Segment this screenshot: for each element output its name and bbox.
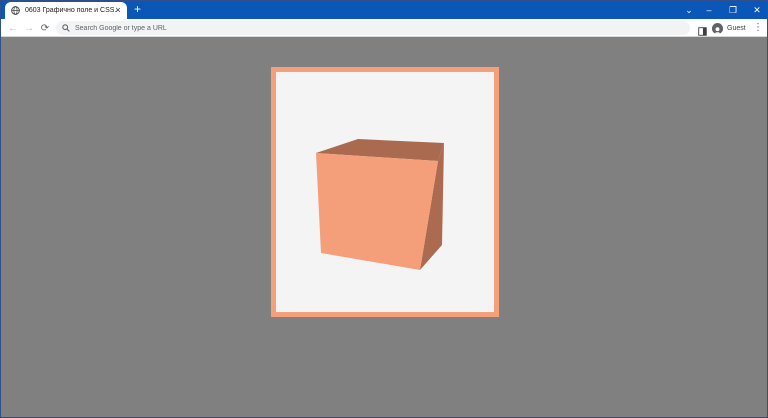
- close-window-button[interactable]: ✕: [745, 1, 767, 19]
- tab-title: 0603 Графично поле и CSS.html: [25, 7, 117, 14]
- new-tab-button[interactable]: +: [131, 3, 144, 16]
- browser-window: 0603 Графично поле и CSS.html × + ⌄ – ❐ …: [0, 0, 768, 418]
- canvas-frame: [271, 67, 499, 317]
- back-button[interactable]: ←: [7, 22, 19, 34]
- tab-close-icon[interactable]: ×: [113, 5, 123, 15]
- tab-strip: 0603 Графично поле и CSS.html × + ⌄ – ❐ …: [1, 1, 767, 19]
- cube-canvas: [316, 139, 444, 270]
- restore-button[interactable]: ❐: [721, 1, 745, 19]
- cube-front-face: [316, 153, 438, 270]
- reload-button[interactable]: ⟳: [39, 22, 51, 34]
- tab-active[interactable]: 0603 Графично поле и CSS.html ×: [5, 2, 127, 19]
- omnibox-input[interactable]: [75, 24, 675, 32]
- page-viewport: [1, 38, 767, 417]
- browser-toolbar: ← → ⟳ Search Google or type a URL Guest …: [1, 19, 767, 37]
- avatar: [712, 22, 723, 34]
- profile-button[interactable]: Guest: [712, 22, 746, 34]
- side-panel-icon[interactable]: [698, 23, 707, 36]
- address-bar[interactable]: [56, 21, 690, 35]
- minimize-button[interactable]: –: [697, 1, 721, 19]
- search-icon: [62, 24, 70, 32]
- profile-name: Guest: [727, 24, 746, 32]
- forward-button[interactable]: →: [23, 22, 35, 34]
- more-menu-icon[interactable]: ⋮: [753, 22, 763, 34]
- globe-icon: [11, 6, 20, 15]
